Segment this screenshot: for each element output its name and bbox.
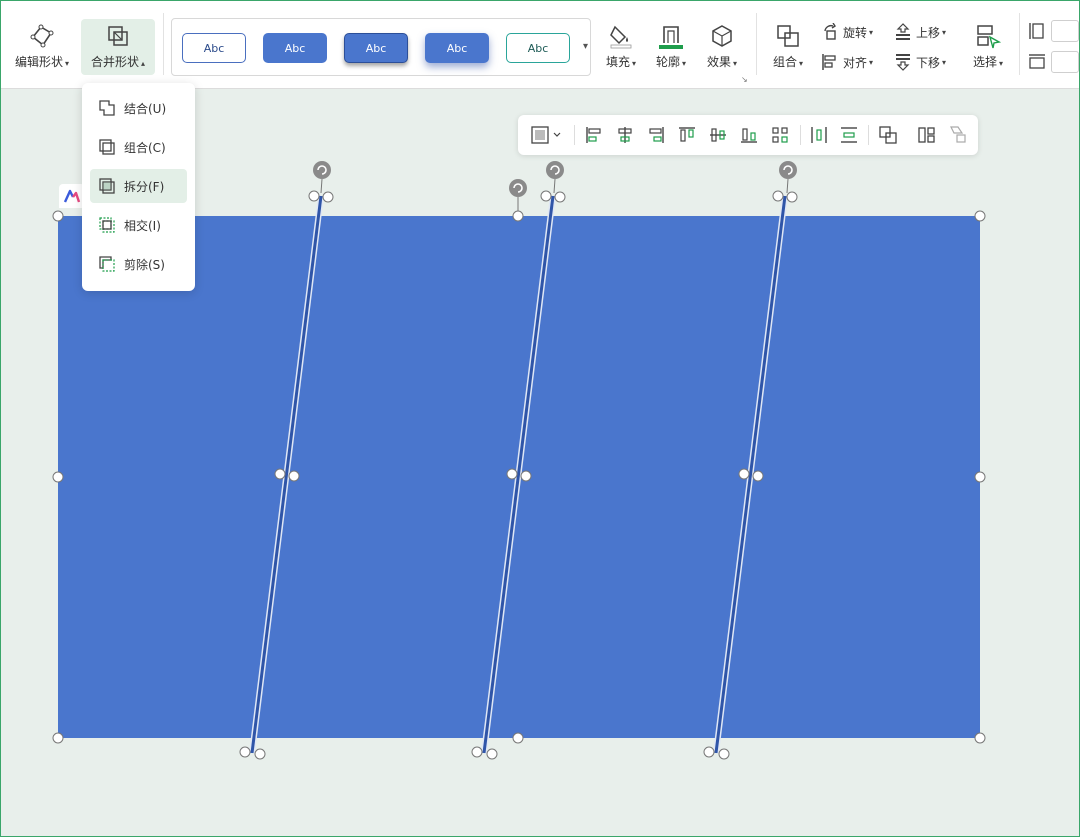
menu-item-label: 结合(U) [124,101,167,116]
outline-icon [659,19,683,53]
chevron-up-icon: ▴ [141,59,146,68]
chevron-down-icon: ▾ [682,59,687,68]
menu-item-label: 相交(I) [124,218,161,233]
rotate-handle-icon[interactable] [546,161,564,194]
shape-styles-gallery: Abc Abc Abc Abc Abc ▾ [171,18,591,76]
rotate-handle-icon[interactable] [779,161,797,194]
align-bottom-icon[interactable] [739,125,759,145]
style-swatch-shadow[interactable]: Abc [344,33,408,63]
align-button[interactable]: 对齐 ▾ [821,53,873,71]
rotate-label: 旋转 [843,25,868,40]
effect-label: 效果 [706,55,731,69]
group-objects-icon[interactable] [878,125,898,145]
bring-forward-button[interactable]: 上移 ▾ [894,23,946,41]
distribute-vertical-icon[interactable] [839,125,859,145]
group-icon [775,19,801,53]
menu-item-union[interactable]: 结合(U) [90,91,187,125]
chevron-down-icon: ▾ [65,59,70,68]
align-top-icon[interactable] [677,125,697,145]
toolbar-divider [800,125,801,145]
group-label: 组合 [772,55,797,69]
union-icon [99,100,115,116]
outline-button[interactable]: 轮廓 ▾ [649,19,693,70]
paint-bucket-icon [609,19,633,53]
style-swatch-glow[interactable]: Abc [425,33,489,63]
ribbon-toolbar: 编辑形状 ▾ 合并形状 ▴ Abc Abc Abc Abc Abc ▾ 填充 ▾ 轮廓… [1,1,1079,89]
menu-item-label: 组合(C) [124,140,166,155]
align-middle-icon[interactable] [708,125,728,145]
shape-width-input[interactable] [1051,51,1079,73]
distribute-horizontal-icon[interactable] [809,125,829,145]
select-label: 选择 [972,55,997,69]
align-left-icon [822,54,836,70]
group-button[interactable]: 组合 ▾ [765,19,811,70]
toolbar-divider [574,125,575,145]
ribbon-divider [163,13,164,75]
align-right-icon[interactable] [646,125,666,145]
send-backward-label: 下移 [916,55,941,70]
fill-button[interactable]: 填充 ▾ [599,19,643,70]
layout-dropdown-icon[interactable] [530,125,564,145]
merge-shape-button[interactable]: 合并形状 ▴ [81,19,155,75]
cube-icon [710,19,734,53]
ungroup-objects-icon[interactable] [917,125,937,145]
ribbon-divider [1019,13,1020,75]
chevron-down-icon: ▾ [942,57,947,67]
align-center-icon[interactable] [615,125,635,145]
menu-item-intersect[interactable]: 相交(I) [90,208,187,242]
rotate-handle-icon[interactable] [509,179,527,211]
align-label: 对齐 [843,55,868,70]
chevron-down-icon: ▾ [733,59,738,68]
selection-pane-icon [975,19,1001,53]
gallery-more-icon[interactable]: ▾ [583,41,588,52]
style-swatch-teal-outline[interactable]: Abc [506,33,570,63]
outline-label: 轮廓 [655,55,680,69]
shape-height-input[interactable] [1051,20,1079,42]
floating-align-toolbar [518,115,978,155]
chevron-down-icon: ▾ [942,27,947,37]
menu-item-label: 拆分(F) [124,179,165,194]
chevron-down-icon: ▾ [632,59,637,68]
merge-shape-label: 合并形状 [90,55,139,69]
select-button[interactable]: 选择 ▾ [965,19,1011,70]
effect-button[interactable]: 效果 ▾ [699,19,745,70]
style-swatch-outline[interactable]: Abc [182,33,246,63]
rotate-handle-icon[interactable] [313,161,331,194]
menu-item-label: 剪除(S) [124,257,165,272]
rotate-button[interactable]: 旋转 ▾ [821,23,873,41]
chevron-down-icon: ▾ [869,27,874,37]
menu-item-fragment[interactable]: 拆分(F) [90,169,187,203]
menu-item-combine[interactable]: 组合(C) [90,130,187,164]
chevron-down-icon: ▾ [799,59,804,68]
fragment-icon [99,178,115,194]
dialog-launcher-icon[interactable]: ↘ [741,75,748,84]
bring-forward-label: 上移 [916,25,941,40]
merge-shape-menu: 结合(U) 组合(C) 拆分(F) 相交(I) 剪除(S) [82,83,195,291]
menu-item-subtract[interactable]: 剪除(S) [90,247,187,281]
toolbar-divider [868,125,869,145]
rotate-icon [824,23,836,40]
combine-icon [99,139,115,155]
intersect-icon [99,217,115,233]
edit-points-icon [29,19,55,53]
chevron-down-icon: ▾ [999,59,1004,68]
subtract-icon [99,256,115,272]
align-left-icon[interactable] [584,125,604,145]
bring-forward-icon [896,23,910,40]
ribbon-divider [756,13,757,75]
merge-shape-icon [106,19,130,53]
format-painter-icon[interactable] [948,125,968,145]
distribute-grid-icon[interactable] [770,125,790,145]
edit-shape-button[interactable]: 编辑形状 ▾ [7,19,77,70]
fill-label: 填充 [605,55,630,69]
shape-height-icon [1027,21,1047,45]
send-backward-button[interactable]: 下移 ▾ [894,53,946,71]
edit-shape-label: 编辑形状 [14,55,63,69]
style-swatch-filled[interactable]: Abc [263,33,327,63]
shape-width-icon [1027,52,1047,76]
chevron-down-icon: ▾ [869,57,874,67]
send-backward-icon [896,54,910,71]
